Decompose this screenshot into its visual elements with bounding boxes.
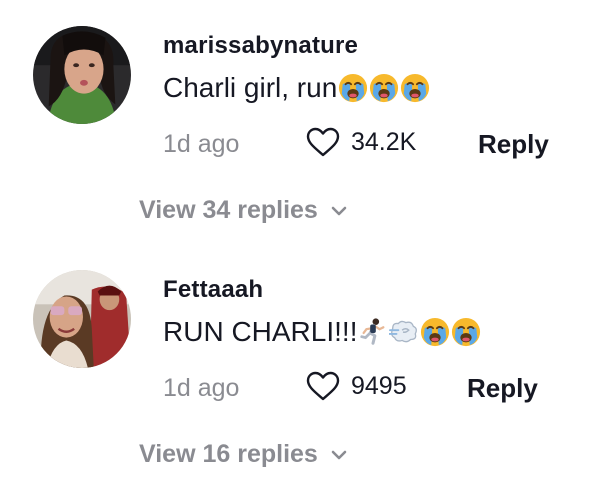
reply-button[interactable]: Reply bbox=[467, 373, 538, 404]
person-running-icon bbox=[358, 317, 388, 347]
avatar-photo bbox=[33, 270, 131, 368]
view-replies-label: View 16 replies bbox=[139, 440, 318, 468]
view-replies-label: View 34 replies bbox=[139, 196, 318, 224]
reply-button[interactable]: Reply bbox=[478, 129, 549, 160]
comment-text-content: RUN CHARLI!!! bbox=[163, 316, 358, 347]
comment-meta: 1d ago 9495 Reply bbox=[163, 370, 583, 406]
avatar[interactable] bbox=[33, 26, 131, 124]
comment-meta: 1d ago 34.2K Reply bbox=[163, 126, 583, 162]
comment-timestamp: 1d ago bbox=[163, 130, 240, 158]
comment-text: RUN CHARLI!!! bbox=[163, 316, 481, 348]
comment-username[interactable]: marissabynature bbox=[163, 32, 358, 60]
loudly-crying-face-icon bbox=[400, 73, 430, 103]
comment-timestamp: 1d ago bbox=[163, 374, 240, 402]
chevron-down-icon bbox=[331, 450, 347, 459]
comment-username[interactable]: Fettaaah bbox=[163, 276, 263, 304]
like-button[interactable]: 9495 bbox=[305, 370, 407, 402]
loudly-crying-face-icon bbox=[369, 73, 399, 103]
chevron-down-icon bbox=[331, 206, 347, 215]
heart-icon bbox=[306, 127, 340, 157]
comment-text-content: Charli girl, run bbox=[163, 72, 338, 103]
avatar-photo bbox=[33, 26, 131, 124]
view-replies-button[interactable]: View 16 replies bbox=[139, 440, 348, 469]
heart-icon bbox=[306, 371, 340, 401]
loudly-crying-face-icon bbox=[451, 317, 481, 347]
avatar[interactable] bbox=[33, 270, 131, 368]
loudly-crying-face-icon bbox=[420, 317, 450, 347]
like-count: 9495 bbox=[351, 371, 407, 400]
like-count: 34.2K bbox=[351, 127, 417, 156]
comment-text: Charli girl, run bbox=[163, 72, 430, 104]
dashing-away-icon bbox=[389, 317, 419, 347]
loudly-crying-face-icon bbox=[338, 73, 368, 103]
like-button[interactable]: 34.2K bbox=[305, 126, 416, 158]
view-replies-button[interactable]: View 34 replies bbox=[139, 196, 348, 225]
